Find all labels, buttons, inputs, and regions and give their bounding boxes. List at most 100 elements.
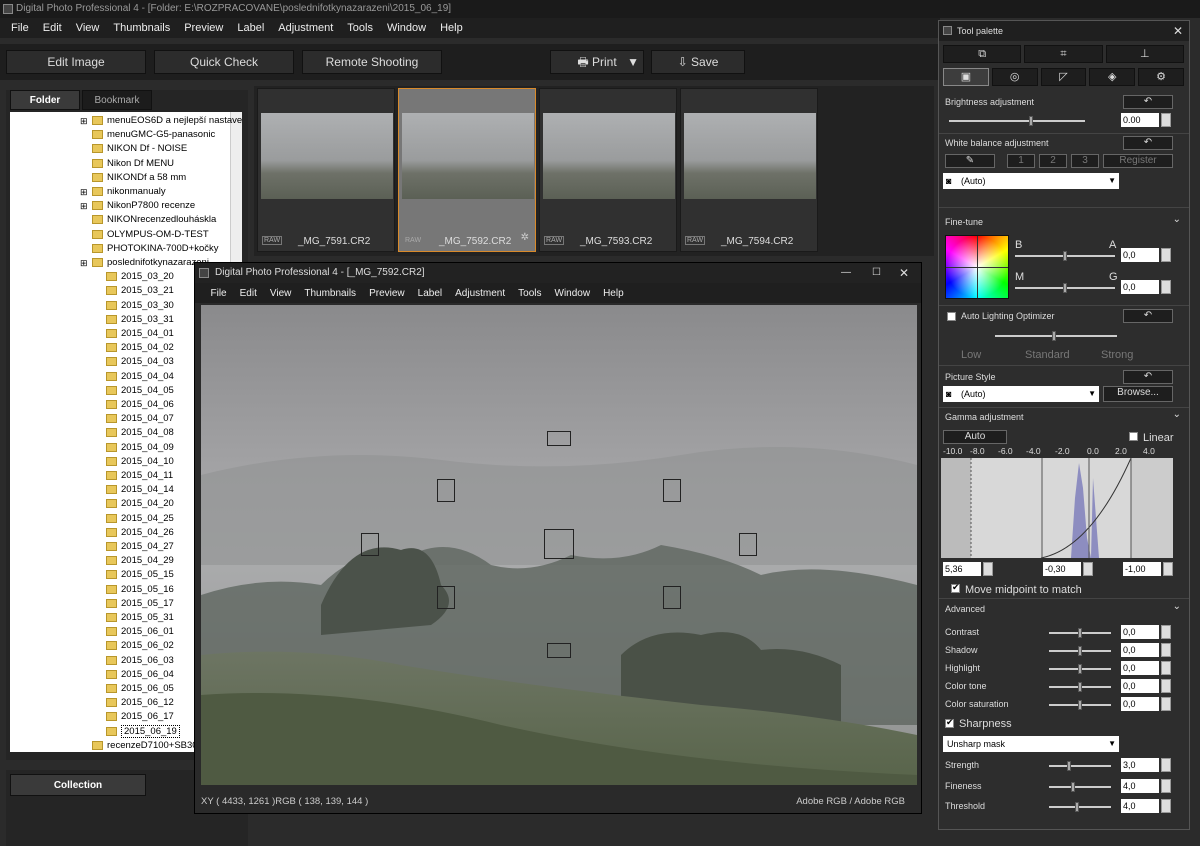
- menu-view[interactable]: View: [76, 22, 100, 34]
- thumbnail[interactable]: RAW _MG_7594.CR2: [680, 88, 818, 252]
- chevron-down-icon[interactable]: ▼: [627, 51, 639, 73]
- expand-icon[interactable]: ⊞: [80, 199, 88, 213]
- tree-item[interactable]: 2015_04_11: [106, 469, 173, 483]
- tree-item[interactable]: 2015_03_21: [106, 284, 174, 298]
- tab-settings[interactable]: ⚙: [1138, 68, 1184, 86]
- expand-icon[interactable]: ⊞: [80, 114, 88, 128]
- remote-shooting-button[interactable]: Remote Shooting: [302, 50, 442, 74]
- value-field[interactable]: 0,0: [1121, 697, 1159, 711]
- slider-knob[interactable]: [1078, 664, 1082, 674]
- value-field[interactable]: 0,0: [1121, 661, 1159, 675]
- tree-item[interactable]: 2015_04_27: [106, 540, 174, 554]
- slider-knob[interactable]: [1075, 802, 1079, 812]
- value-stepper[interactable]: [1161, 697, 1171, 711]
- menu-help[interactable]: Help: [440, 22, 463, 34]
- gamma-auto-button[interactable]: Auto: [943, 430, 1007, 444]
- tab-bookmark[interactable]: Bookmark: [82, 90, 152, 110]
- brightness-reset-button[interactable]: ↶: [1123, 95, 1173, 109]
- brightness-stepper[interactable]: [1161, 113, 1171, 127]
- mg-slider-knob[interactable]: [1063, 283, 1067, 293]
- slider-knob[interactable]: [1078, 646, 1082, 656]
- tab-basic-adjust[interactable]: ▣: [943, 68, 989, 86]
- menu-preview[interactable]: Preview: [369, 288, 405, 299]
- tree-item[interactable]: 2015_06_17: [106, 710, 174, 724]
- tree-item[interactable]: Nikon Df MENU: [92, 157, 174, 171]
- slider-knob[interactable]: [1071, 781, 1075, 792]
- tree-item[interactable]: 2015_05_31: [106, 611, 174, 625]
- menu-tools[interactable]: Tools: [518, 288, 541, 299]
- tree-item[interactable]: 2015_04_10: [106, 455, 174, 469]
- adjust-slider[interactable]: [1049, 761, 1111, 771]
- tree-item[interactable]: 2015_04_06: [106, 398, 174, 412]
- adjust-slider[interactable]: [1049, 646, 1111, 656]
- tree-item[interactable]: 2015_04_03: [106, 355, 174, 369]
- browse-button[interactable]: Browse...: [1103, 386, 1173, 402]
- value-stepper[interactable]: [1161, 799, 1171, 813]
- mg-slider[interactable]: [1015, 283, 1115, 293]
- menu-view[interactable]: View: [270, 288, 292, 299]
- tree-item[interactable]: 2015_06_19: [106, 724, 180, 739]
- move-midpoint-checkbox[interactable]: [951, 582, 960, 593]
- picture-style-select[interactable]: ◙ (Auto) ▼: [943, 386, 1099, 402]
- brightness-value[interactable]: 0.00: [1121, 113, 1159, 127]
- adjust-slider[interactable]: [1049, 781, 1111, 792]
- slider-knob[interactable]: [1078, 628, 1082, 638]
- value-stepper[interactable]: [1161, 778, 1171, 793]
- adjust-slider[interactable]: [1049, 802, 1111, 812]
- menu-label[interactable]: Label: [418, 288, 442, 299]
- tree-item[interactable]: 2015_03_30: [106, 299, 174, 313]
- tree-item[interactable]: 2015_06_12: [106, 696, 174, 710]
- menu-edit[interactable]: Edit: [43, 22, 62, 34]
- alo-checkbox[interactable]: [947, 312, 956, 321]
- menu-window[interactable]: Window: [387, 22, 426, 34]
- quick-check-button[interactable]: Quick Check: [154, 50, 294, 74]
- slider-knob[interactable]: [1078, 682, 1082, 692]
- brightness-slider[interactable]: [949, 116, 1085, 126]
- value-stepper[interactable]: [1161, 661, 1171, 675]
- menu-file[interactable]: File: [211, 288, 227, 299]
- ba-value[interactable]: 0,0: [1121, 248, 1159, 262]
- print-button[interactable]: 🖶 Print ▼: [550, 50, 644, 74]
- maximize-icon[interactable]: ☐: [872, 263, 881, 283]
- tree-item[interactable]: 2015_04_09: [106, 441, 174, 455]
- value-stepper[interactable]: [1161, 679, 1171, 693]
- slider-knob[interactable]: [1078, 700, 1082, 710]
- value-field[interactable]: 3,0: [1121, 758, 1159, 772]
- value-field[interactable]: 0,0: [1121, 679, 1159, 693]
- menu-thumbnails[interactable]: Thumbnails: [113, 22, 170, 34]
- adjust-slider[interactable]: [1049, 628, 1111, 638]
- tree-item[interactable]: 2015_05_16: [106, 583, 174, 597]
- collapse-icon[interactable]: ⌄: [1173, 409, 1181, 420]
- tab-lens[interactable]: ◎: [991, 68, 1038, 86]
- save-button[interactable]: ⇩ Save: [651, 50, 745, 74]
- linear-checkbox[interactable]: [1129, 432, 1138, 441]
- tab-folder[interactable]: Folder: [10, 90, 80, 110]
- mg-stepper[interactable]: [1161, 280, 1171, 294]
- menu-adjustment[interactable]: Adjustment: [455, 288, 505, 299]
- tree-item[interactable]: 2015_04_05: [106, 384, 174, 398]
- tree-item[interactable]: 2015_03_20: [106, 270, 174, 284]
- brightness-slider-knob[interactable]: [1029, 116, 1033, 126]
- thumbnail[interactable]: RAW _MG_7591.CR2: [257, 88, 395, 252]
- tree-item[interactable]: 2015_04_20: [106, 497, 174, 511]
- picture-style-reset-button[interactable]: ↶: [1123, 370, 1173, 384]
- menu-tools[interactable]: Tools: [347, 22, 373, 34]
- menu-help[interactable]: Help: [603, 288, 624, 299]
- tree-item[interactable]: 2015_04_25: [106, 512, 174, 526]
- gamma-histogram[interactable]: [941, 457, 1173, 559]
- value-stepper[interactable]: [1161, 643, 1171, 657]
- alo-reset-button[interactable]: ↶: [1123, 309, 1173, 323]
- tree-item[interactable]: recenzeD7100+SB300: [92, 739, 203, 752]
- tab-color[interactable]: ◈: [1089, 68, 1136, 86]
- tree-item[interactable]: 2015_04_14: [106, 483, 174, 497]
- close-icon[interactable]: ✕: [1173, 21, 1183, 41]
- adjust-slider[interactable]: [1049, 700, 1111, 710]
- adjust-slider[interactable]: [1049, 664, 1111, 674]
- alo-slider-knob[interactable]: [1052, 331, 1056, 341]
- expand-icon[interactable]: ⊞: [80, 185, 88, 199]
- mg-value[interactable]: 0,0: [1121, 280, 1159, 294]
- value-stepper[interactable]: [1161, 758, 1171, 772]
- expand-icon[interactable]: ⊞: [80, 256, 88, 270]
- stamp-tool-button[interactable]: ⊥: [1105, 45, 1184, 63]
- menu-window[interactable]: Window: [555, 288, 591, 299]
